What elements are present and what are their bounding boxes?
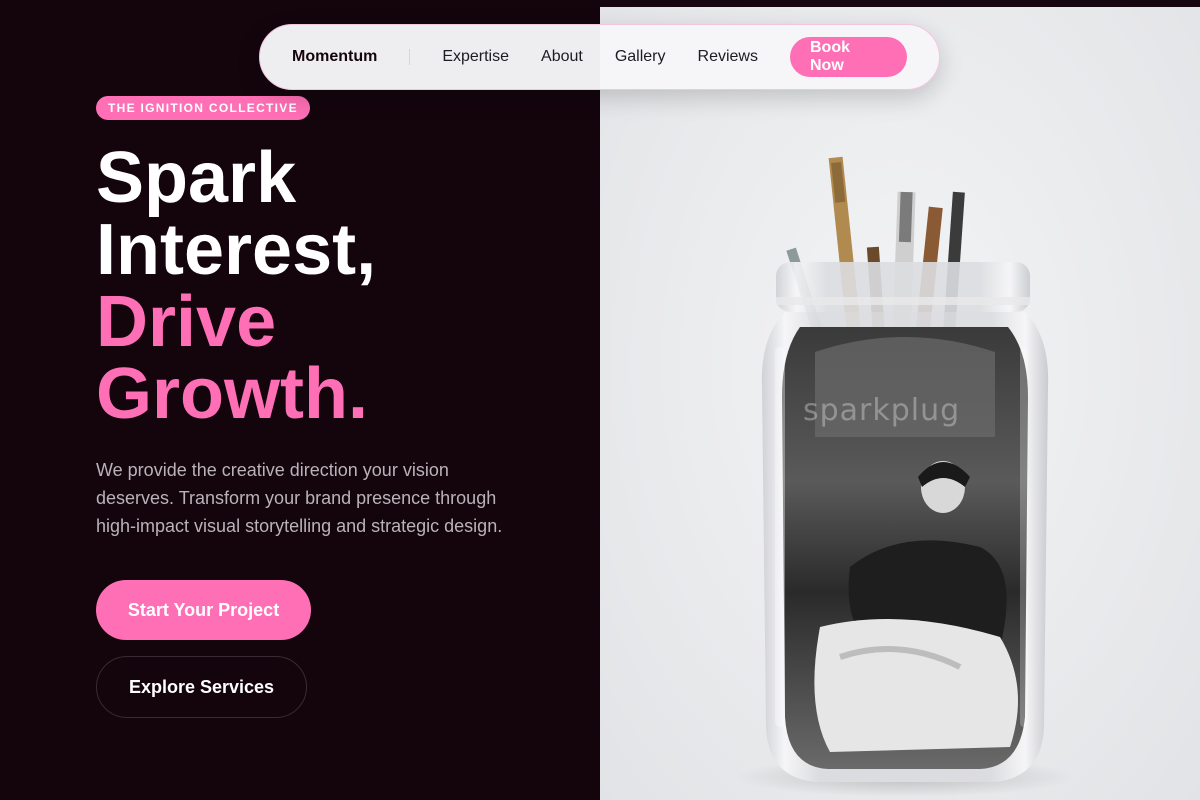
hero-description: We provide the creative direction your v… xyxy=(96,460,503,536)
image-watermark: sparkplug xyxy=(803,393,961,428)
hero-image: sparkplug xyxy=(600,7,1200,800)
nav-link-gallery[interactable]: Gallery xyxy=(615,48,666,66)
headline-line-2: Interest, xyxy=(96,210,377,290)
headline-line-1: Spark xyxy=(96,138,297,218)
hero-badge: THE IGNITION COLLECTIVE xyxy=(96,96,310,120)
nav-divider xyxy=(409,49,411,65)
top-navigation: Momentum Expertise About Gallery Reviews… xyxy=(259,24,940,90)
nav-link-expertise[interactable]: Expertise xyxy=(442,48,509,66)
book-now-button[interactable]: Book Now xyxy=(789,37,907,77)
explore-services-button[interactable]: Explore Services xyxy=(96,656,307,718)
start-project-button[interactable]: Start Your Project xyxy=(96,580,311,640)
nav-link-reviews[interactable]: Reviews xyxy=(698,48,758,66)
brand-logo[interactable]: Momentum xyxy=(292,48,377,66)
hero-left-panel: THE IGNITION COLLECTIVE Spark Interest, … xyxy=(0,0,600,800)
headline-line-3: Drive xyxy=(96,282,277,362)
hero-headline: Spark Interest, Drive Growth. xyxy=(96,142,566,430)
headline-line-4: Growth. xyxy=(96,354,368,434)
nav-link-about[interactable]: About xyxy=(541,48,583,66)
